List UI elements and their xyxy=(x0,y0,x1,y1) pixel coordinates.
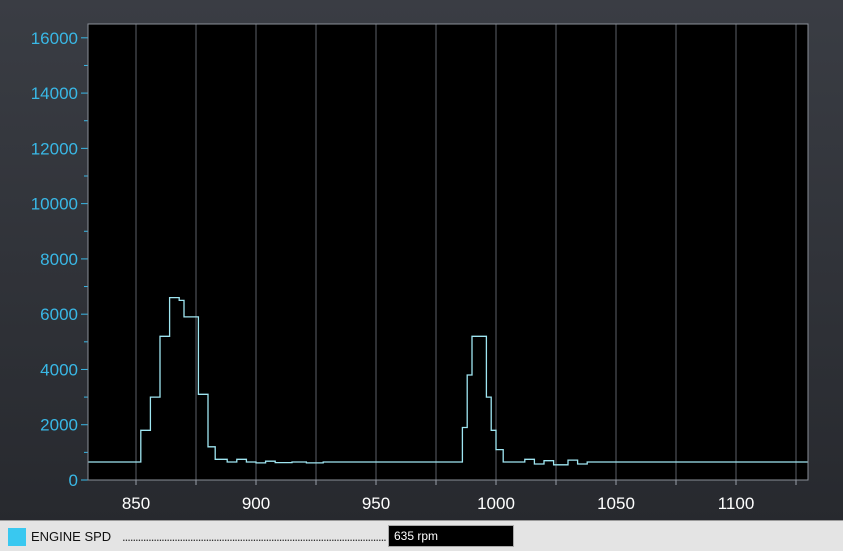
y-tick-label: 16000 xyxy=(31,29,78,48)
y-tick-label: 4000 xyxy=(40,360,78,379)
y-tick-label: 0 xyxy=(69,471,78,490)
engine-speed-chart: 0 2000 4000 6000 8000 10000 12000 14000 16000 850… xyxy=(31,23,809,513)
legend-leader-dots: ........................................… xyxy=(122,529,386,544)
x-tick-label: 950 xyxy=(362,494,390,513)
y-tick-label: 14000 xyxy=(31,84,78,103)
legend-label: ENGINE SPD xyxy=(31,529,112,544)
x-tick-label: 900 xyxy=(242,494,270,513)
readout-value: 635 rpm xyxy=(394,529,439,543)
x-tick-label: 1100 xyxy=(718,494,755,513)
x-tick-label: 1050 xyxy=(597,494,635,513)
y-tick-label: 2000 xyxy=(40,416,78,435)
y-tick-label: 6000 xyxy=(40,305,78,324)
legend-swatch[interactable] xyxy=(8,528,26,546)
y-tick-label: 8000 xyxy=(40,250,78,269)
y-tick-label: 10000 xyxy=(31,195,78,214)
legend-bar: ENGINE SPD .............................… xyxy=(0,520,843,551)
x-tick-label: 850 xyxy=(122,494,150,513)
chart-window: 0 2000 4000 6000 8000 10000 12000 14000 16000 850… xyxy=(0,0,843,551)
y-tick-label: 12000 xyxy=(31,139,78,158)
x-tick-label: 1000 xyxy=(477,494,515,513)
value-readout: 635 rpm xyxy=(388,525,514,547)
